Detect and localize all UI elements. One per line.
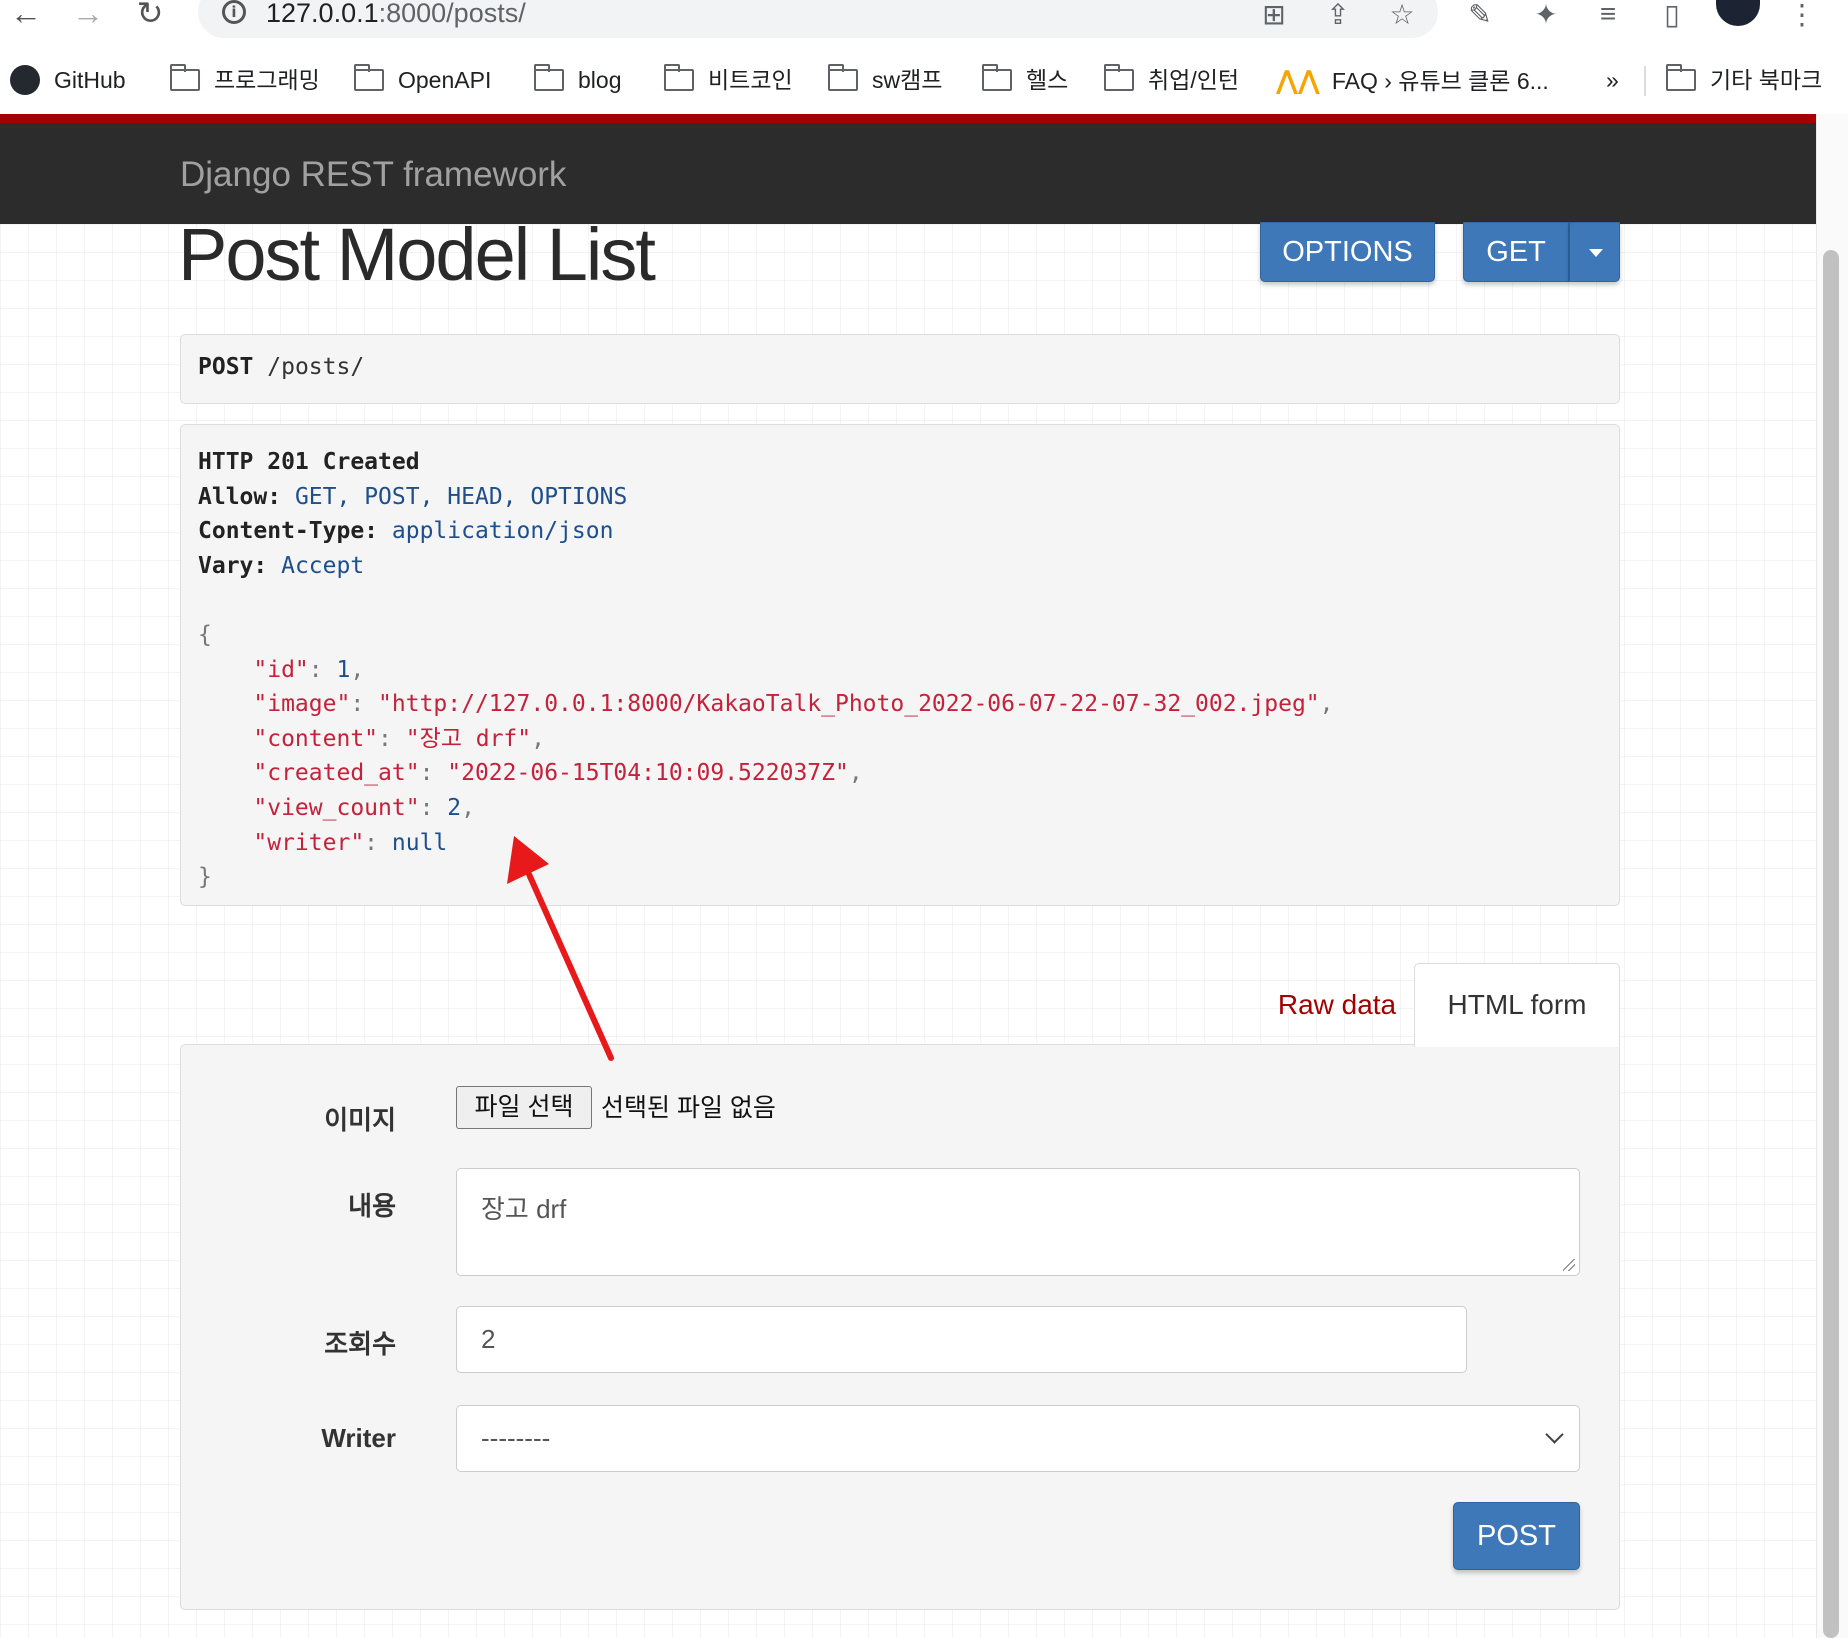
writer-selected-value: -------- [481,1423,551,1453]
bookmark-folder-openapi[interactable]: OpenAPI [353,64,492,96]
content-value: 장고 drf [481,1194,567,1224]
response-info: HTTP 201 Created Allow: GET, POST, HEAD,… [180,424,1620,906]
response-status: HTTP 201 Created [198,449,420,475]
site-info-icon[interactable]: i [222,0,246,24]
resize-handle-icon[interactable] [1563,1259,1575,1271]
view-count-input[interactable]: 2 [456,1306,1467,1373]
request-info: POST /posts/ [180,334,1620,404]
address-bar[interactable]: i 127.0.0.1:8000/posts/ [198,0,1438,38]
forward-arrow-icon[interactable]: → [68,0,108,30]
json-view-count-value: 2 [447,794,462,821]
view-count-value: 2 [481,1324,496,1354]
bookmark-github[interactable]: GitHub [10,64,126,96]
post-submit-button[interactable]: POST [1453,1502,1580,1570]
bookmark-label: GitHub [54,67,126,93]
json-created-at-value: "2022-06-15T04:10:09.522037Z" [447,760,849,787]
bookmark-folder-other[interactable]: 기타 북마크 [1665,64,1823,96]
bookmark-star-icon[interactable]: ☆ [1384,0,1420,31]
reload-icon[interactable]: ↻ [130,0,170,30]
folder-icon [1665,64,1696,91]
file-status-text: 선택된 파일 없음 [601,1094,776,1122]
bookmark-folder-blog[interactable]: blog [533,64,622,96]
get-format-dropdown[interactable] [1569,222,1620,282]
folder-icon [827,64,858,91]
content-textarea[interactable]: 장고 drf [456,1168,1580,1276]
reading-list-icon[interactable]: ≡ [1590,0,1626,30]
options-button[interactable]: OPTIONS [1260,222,1435,282]
bookmark-label: blog [578,67,622,93]
image-label: 이미지 [324,1105,396,1135]
folder-icon [981,64,1012,91]
request-path: /posts/ [267,354,365,380]
bookmarks-bar: GitHub 프로그래밍 OpenAPI blog 비트코인 sw캠프 헬스 취… [0,56,1848,102]
folder-icon [1103,64,1134,91]
brand-link[interactable]: Django REST framework [180,155,566,195]
json-writer-value: null [391,829,448,856]
get-button-group: GET [1463,222,1620,282]
extensions-icon[interactable]: ✦ [1528,0,1564,31]
page-title: Post Model List [178,213,656,296]
bookmark-label: 기타 북마크 [1710,67,1823,93]
bookmark-label: 비트코인 [708,67,793,93]
profile-avatar[interactable] [1716,0,1760,26]
bookmarks-overflow[interactable]: » [1606,64,1619,96]
bookmark-label: 취업/인턴 [1148,67,1240,93]
bookmark-label: 프로그래밍 [214,67,320,93]
json-id-value: 1 [336,656,351,683]
nomad-icon: ⋀⋀ [1276,65,1320,95]
chevron-down-icon [1545,1425,1564,1444]
scrollbar-thumb[interactable] [1823,250,1839,1638]
json-content-value: "장고 drf" [405,725,532,752]
bookmark-label: 헬스 [1026,67,1069,93]
eyedropper-icon[interactable]: ✎ [1462,0,1498,31]
caret-down-icon [1589,249,1603,257]
side-panel-icon[interactable]: ▯ [1654,0,1690,31]
file-choose-button[interactable]: 파일 선택 [456,1086,592,1129]
folder-icon [169,64,200,91]
request-method: POST [198,354,254,380]
writer-label: Writer [321,1423,396,1453]
share-icon[interactable]: ⇪ [1320,0,1356,31]
folder-icon [663,64,694,91]
drf-navbar: Django REST framework [0,123,1816,224]
overflow-icon: » [1606,67,1619,93]
bookmark-folder-bitcoin[interactable]: 비트코인 [663,64,793,96]
folder-icon [533,64,564,91]
bookmark-label: FAQ › 유튜브 클론 6... [1331,68,1549,94]
browser-toolbar: ← → ↻ i 127.0.0.1:8000/posts/ ⊞ ⇪ ☆ ✎ ✦ … [0,0,1848,46]
github-icon [10,65,40,95]
bookmarks-divider [1644,66,1646,96]
bookmark-label: OpenAPI [398,67,492,93]
translate-icon[interactable]: ⊞ [1256,0,1292,31]
header-key: Content-Type: [198,518,379,545]
bookmark-folder-programming[interactable]: 프로그래밍 [169,64,320,96]
header-value: application/json [391,518,614,545]
folder-icon [353,64,384,91]
header-value: GET, POST, HEAD, OPTIONS [294,483,628,510]
navbar-accent-line [0,114,1816,123]
bookmark-label: sw캠프 [872,67,943,93]
url-host: 127.0.0.1 [266,0,379,28]
bookmark-folder-swcamp[interactable]: sw캠프 [827,64,943,96]
tab-raw-data[interactable]: Raw data [1262,965,1412,1045]
bookmark-faq[interactable]: ⋀⋀ FAQ › 유튜브 클론 6... [1276,64,1549,96]
menu-dots-icon[interactable]: ⋮ [1784,0,1820,31]
bookmark-folder-jobs[interactable]: 취업/인턴 [1103,64,1240,96]
writer-select[interactable]: -------- [456,1405,1580,1472]
header-key: Allow: [198,483,282,510]
back-arrow-icon[interactable]: ← [6,0,46,30]
json-image-value[interactable]: "http://127.0.0.1:8000/KakaoTalk_Photo_2… [378,691,1320,717]
content-label: 내용 [348,1191,396,1221]
view-count-label: 조회수 [324,1329,396,1359]
bookmark-folder-health[interactable]: 헬스 [981,64,1069,96]
url-path: :8000/posts/ [378,0,526,28]
tab-html-form[interactable]: HTML form [1414,963,1620,1047]
header-key: Vary: [198,552,268,579]
header-value: Accept [281,552,365,579]
url-text[interactable]: 127.0.0.1:8000/posts/ [266,0,526,29]
get-button[interactable]: GET [1463,222,1569,282]
